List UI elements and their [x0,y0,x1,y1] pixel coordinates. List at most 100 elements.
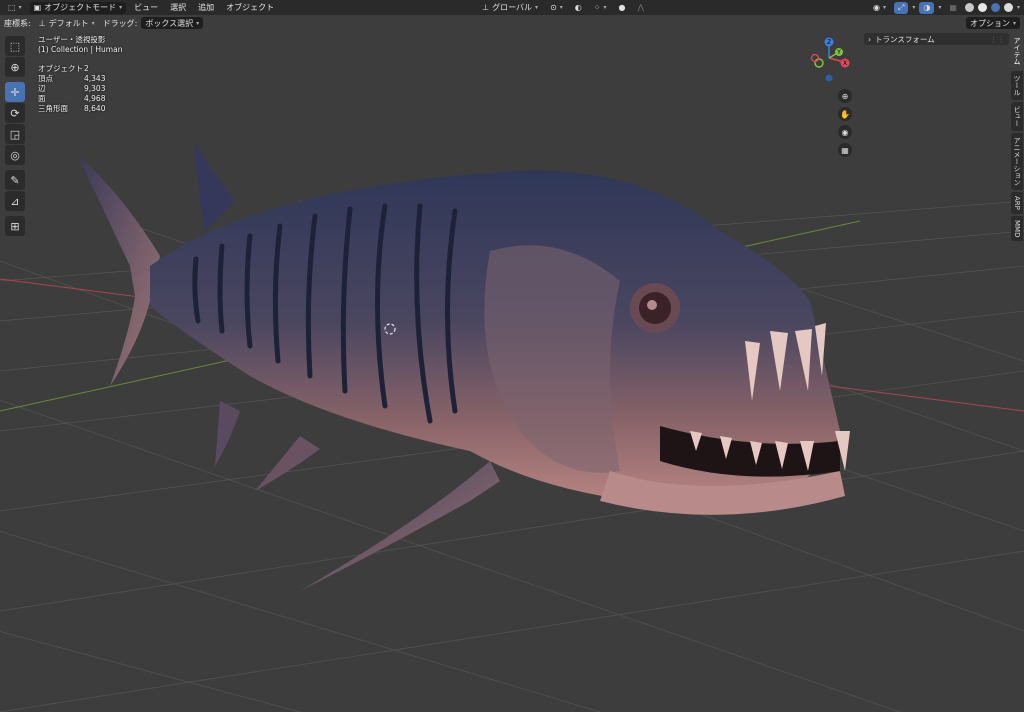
orientation-icon: ⊥ [38,18,46,28]
chevron-right-icon: › [868,34,871,44]
chevron-down-icon: ▾ [912,4,916,11]
move-icon: ✛ [10,85,20,99]
transform-axes-icon: ⊥ [482,3,490,12]
pan-button[interactable]: ✋ [838,107,852,121]
rotate-icon: ⟳ [10,106,20,120]
transform-tool[interactable]: ◎ [5,145,25,165]
tab-arp[interactable]: ARP [1011,192,1023,214]
xray-icon: ▦ [949,3,957,12]
grid-icon: ▦ [841,145,849,155]
rendered-shading-icon[interactable] [1003,3,1013,12]
transform-panel-header[interactable]: › トランスフォーム ⋮⋮ [864,33,1009,45]
editor-type-button[interactable]: ⬚ ▾ [4,2,26,14]
gizmo-z-label: Z [827,39,831,46]
fish-model[interactable] [78,141,850,591]
cursor-tool[interactable]: ⊕ [5,57,25,77]
solid-shading-icon[interactable] [977,3,987,12]
stat-label: 頂点 [38,74,53,83]
drag-select[interactable]: ボックス選択 ▾ [141,17,204,29]
mode-select[interactable]: ▣ オブジェクトモード ▾ [29,1,127,14]
gizmo-x-label: X [843,60,847,67]
hand-icon: ✋ [840,109,850,119]
chevron-down-icon: ▾ [119,4,123,11]
snap-toggle[interactable]: ◐ [571,2,586,14]
menu-select[interactable]: 選択 [166,2,190,13]
gizmo-toggle[interactable]: ⤢ [894,1,909,14]
proportional-edit-icon: ● [618,3,626,12]
proportional-edit-toggle[interactable]: ● [614,2,629,14]
viewport-editor-icon: ⬚ [8,3,16,12]
gizmo-neg-z-axis[interactable] [825,74,833,82]
chevron-down-icon: ▾ [1012,19,1016,27]
xray-toggle[interactable]: ▦ [945,2,961,14]
tab-animation[interactable]: アニメーション [1011,133,1023,190]
add-cube-tool[interactable]: ⊞ [5,216,25,236]
stat-row: 面 4,968 [38,94,122,104]
drag-handle-icon[interactable]: ⋮⋮ [990,35,1005,44]
chevron-down-icon: ▾ [882,4,886,11]
rotate-tool[interactable]: ⟳ [5,103,25,123]
annotate-tool[interactable]: ✎ [5,170,25,190]
overlay-icon: ◑ [923,3,931,12]
menu-view[interactable]: ビュー [130,2,162,13]
chevron-down-icon: ▾ [1016,4,1020,11]
visibility-select[interactable]: ◉ ▾ [869,2,890,14]
overlay-toggle[interactable]: ◑ [919,1,935,14]
eye-icon: ◉ [873,3,880,12]
measure-tool[interactable]: ⊿ [5,191,25,211]
gizmo-y-label: Y [836,49,841,56]
wireframe-shading-icon[interactable] [964,3,974,12]
options-button[interactable]: オプション ▾ [965,17,1020,29]
stat-value: 2 [84,64,89,73]
ortho-toggle-button[interactable]: ▦ [838,143,852,157]
falloff-select[interactable]: ⋀ [633,2,648,14]
scale-icon: ◲ [9,127,21,141]
move-tool[interactable]: ✛ [5,82,25,102]
stat-row: 三角形面 8,640 [38,104,122,114]
drag-label: ドラッグ: [102,18,138,28]
zoom-button[interactable]: ⊕ [838,89,852,103]
snap-grid-icon: ⁘ [593,3,601,12]
add-cube-icon: ⊞ [10,219,20,233]
tab-tool[interactable]: ツール [1011,71,1023,100]
navigation-gizmo[interactable]: Z X Y [806,36,852,82]
material-preview-icon[interactable] [990,3,1000,12]
coord-label: 座標系: [4,18,31,28]
camera-view-button[interactable]: ◉ [838,125,852,139]
sidebar-tabs: アイテム ツール ビュー アニメーション ARP MMD [1011,33,1024,242]
falloff-icon: ⋀ [637,3,645,12]
camera-icon: ◉ [841,127,849,137]
stat-label: 面 [38,94,46,103]
cursor-icon: ⊕ [10,60,20,74]
menu-add[interactable]: 追加 [194,2,218,13]
orientation-label: グローバル [492,3,533,12]
stat-label: 辺 [38,84,46,93]
pivot-select[interactable]: ⊙ ▾ [546,2,567,14]
scale-tool[interactable]: ◲ [5,124,25,144]
magnet-icon: ◐ [574,3,582,12]
snap-target-select[interactable]: ⁘ ▾ [590,2,611,14]
tab-view[interactable]: ビュー [1011,102,1023,131]
chevron-down-icon: ▾ [18,4,22,11]
coord-value: デフォルト [48,18,89,28]
chevron-down-icon: ▾ [196,19,200,27]
coord-select[interactable]: ⊥ デフォルト ▾ [35,17,99,29]
view-name: ユーザー・透視投影 [38,35,106,44]
collection-name: (1) Collection | Human [38,45,123,54]
chevron-down-icon: ▾ [535,4,539,11]
object-mode-icon: ▣ [33,3,42,12]
stat-row: オブジェクト 2 [38,64,122,74]
chevron-down-icon: ▾ [938,4,942,11]
stat-value: 4,343 [84,74,106,83]
tab-item[interactable]: アイテム [1011,33,1023,69]
3d-viewport[interactable] [0,31,1024,712]
tab-mmd[interactable]: MMD [1011,215,1023,242]
viewport-info-overlay: ユーザー・透視投影 (1) Collection | Human オブジェクト 2… [38,35,122,114]
gizmo-neg-y-axis[interactable] [814,58,824,68]
menu-object[interactable]: オブジェクト [222,2,278,13]
orientation-select[interactable]: ⊥ グローバル ▾ [478,2,542,14]
options-label: オプション [969,18,1010,28]
transform-icon: ◎ [10,148,20,162]
select-box-tool[interactable]: ⬚ [5,36,25,56]
stat-value: 9,303 [84,84,106,93]
